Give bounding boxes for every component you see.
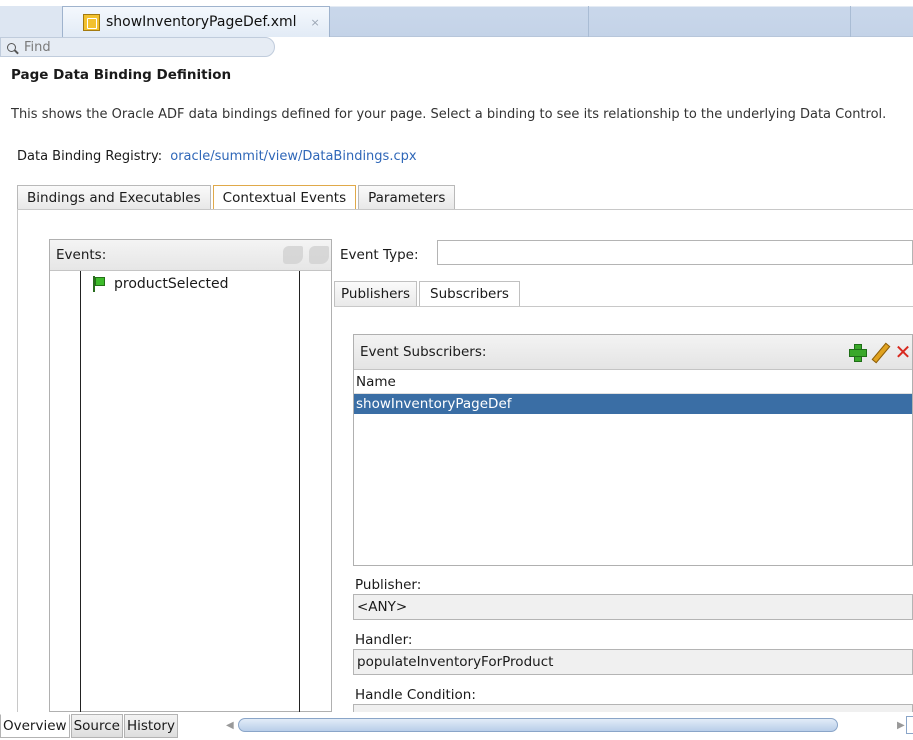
horizontal-scrollbar[interactable]: [238, 718, 838, 732]
scroll-right-arrow-icon[interactable]: ▶: [897, 720, 905, 731]
tab-parameters[interactable]: Parameters: [358, 185, 456, 210]
event-sub-tab-bar: Publishers Subscribers: [334, 281, 522, 307]
close-tab-icon[interactable]: ×: [311, 16, 320, 29]
event-item-productselected[interactable]: productSelected: [92, 276, 229, 292]
editor-tab-showinventorypagedef[interactable]: showInventoryPageDef.xml ×: [62, 6, 330, 37]
xml-file-icon: [83, 13, 100, 31]
main-tab-bar: Bindings and Executables Contextual Even…: [17, 185, 457, 210]
tab-source[interactable]: Source: [70, 714, 123, 738]
registry-label: Data Binding Registry:: [17, 149, 163, 164]
event-type-field[interactable]: [437, 240, 913, 265]
editor-tab-label: showInventoryPageDef.xml: [106, 14, 297, 30]
tree-guide-line: [80, 271, 81, 712]
tab-bindings-and-executables[interactable]: Bindings and Executables: [17, 185, 211, 210]
tree-guide-line: [299, 271, 300, 712]
add-event-icon[interactable]: [283, 246, 303, 264]
page-title: Page Data Binding Definition: [11, 67, 232, 83]
find-bar: [0, 37, 275, 57]
data-binding-registry: Data Binding Registry: oracle/summit/vie…: [17, 149, 417, 164]
view-tab-bar: Overview Source History: [0, 714, 179, 738]
edit-event-icon[interactable]: [309, 246, 329, 264]
publisher-field[interactable]: <ANY>: [353, 594, 913, 620]
handler-field[interactable]: populateInventoryForProduct: [353, 649, 913, 675]
events-toolbar: [283, 246, 329, 264]
event-subscribers-label: Event Subscribers:: [360, 344, 487, 360]
publisher-label: Publisher:: [355, 577, 422, 593]
tab-publishers[interactable]: Publishers: [334, 281, 418, 307]
events-header-label: Events:: [56, 247, 107, 263]
events-panel: Events: productSelected: [49, 239, 332, 712]
sub-tab-divider: [334, 306, 913, 307]
delete-icon[interactable]: ✕: [894, 342, 912, 362]
editor-tab-strip: showInventoryPageDef.xml ×: [0, 0, 913, 37]
add-icon[interactable]: [848, 343, 867, 362]
event-item-label: productSelected: [114, 276, 229, 292]
search-icon: [7, 42, 16, 52]
event-type-label: Event Type:: [340, 247, 419, 263]
edit-pencil-icon[interactable]: [871, 343, 889, 361]
bottom-bar: Overview Source History ◀ ▶: [0, 712, 913, 740]
column-header-name[interactable]: Name: [354, 370, 912, 394]
subscribers-toolbar: ✕: [848, 342, 912, 362]
tab-strip-divider: [588, 6, 589, 37]
tab-overview[interactable]: Overview: [0, 714, 70, 738]
tab-subscribers[interactable]: Subscribers: [419, 281, 520, 307]
event-subscribers-header: Event Subscribers: ✕: [354, 335, 912, 370]
table-row[interactable]: showInventoryPageDef: [354, 394, 912, 414]
tab-history[interactable]: History: [123, 714, 178, 738]
scroll-left-arrow-icon[interactable]: ◀: [226, 720, 234, 731]
scroll-corner: [906, 716, 913, 734]
tab-strip-gap: [0, 6, 62, 37]
handle-condition-label: Handle Condition:: [355, 687, 476, 703]
handler-label: Handler:: [355, 632, 413, 648]
tab-contextual-events[interactable]: Contextual Events: [212, 185, 357, 210]
event-subscribers-panel: Event Subscribers: ✕ Name showInventoryP…: [353, 334, 913, 566]
find-input[interactable]: [24, 39, 224, 55]
page-description: This shows the Oracle ADF data bindings …: [11, 107, 887, 122]
tab-strip-divider: [850, 6, 851, 37]
events-header: Events:: [50, 240, 331, 271]
registry-link[interactable]: oracle/summit/view/DataBindings.cpx: [170, 149, 416, 164]
green-flag-icon: [92, 276, 106, 292]
